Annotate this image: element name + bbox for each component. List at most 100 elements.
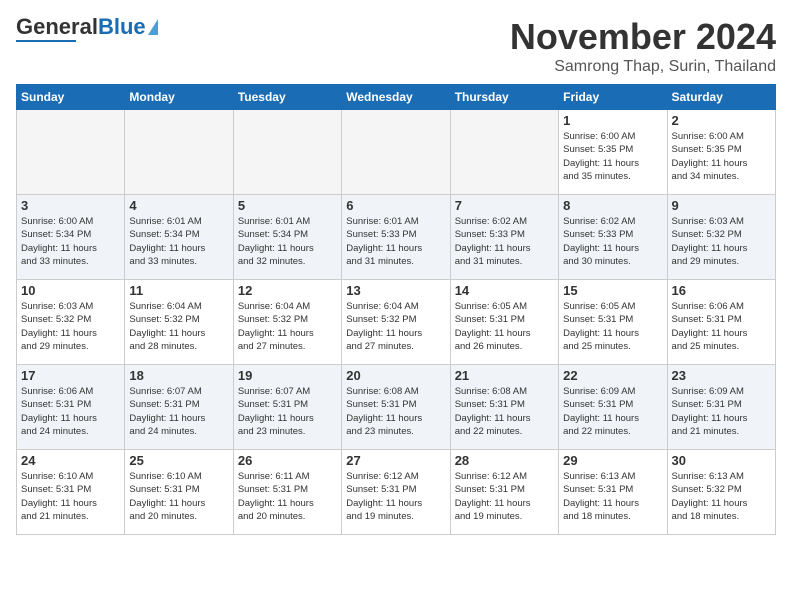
calendar-week-2: 3 Sunrise: 6:00 AM Sunset: 5:34 PM Daylig… <box>17 195 776 280</box>
day-info: Sunrise: 6:04 AM Sunset: 5:32 PM Dayligh… <box>129 300 228 353</box>
calendar-day-cell: 12 Sunrise: 6:04 AM Sunset: 5:32 PM Dayli… <box>233 280 341 365</box>
calendar-day-cell: 23 Sunrise: 6:09 AM Sunset: 5:31 PM Dayli… <box>667 365 775 450</box>
day-info: Sunrise: 6:00 AM Sunset: 5:35 PM Dayligh… <box>672 130 771 183</box>
calendar-day-cell: 19Sunrise: 6:07 AM Sunset: 5:31 PM Dayli… <box>233 365 341 450</box>
weekday-header-row: SundayMondayTuesdayWednesdayThursdayFrid… <box>17 85 776 110</box>
day-number: 14 <box>455 283 554 298</box>
day-info: Sunrise: 6:13 AM Sunset: 5:31 PM Dayligh… <box>563 470 662 523</box>
day-info: Sunrise: 6:09 AM Sunset: 5:31 PM Dayligh… <box>563 385 662 438</box>
month-title: November 2024 <box>510 16 776 58</box>
calendar-day-cell: 14 Sunrise: 6:05 AM Sunset: 5:31 PM Dayli… <box>450 280 558 365</box>
weekday-header-wednesday: Wednesday <box>342 85 450 110</box>
calendar-day-cell: 15 Sunrise: 6:05 AM Sunset: 5:31 PM Dayli… <box>559 280 667 365</box>
weekday-header-thursday: Thursday <box>450 85 558 110</box>
calendar-day-cell: 13 Sunrise: 6:04 AM Sunset: 5:32 PM Dayli… <box>342 280 450 365</box>
weekday-header-friday: Friday <box>559 85 667 110</box>
logo-line <box>16 40 76 42</box>
calendar-day-cell: 24 Sunrise: 6:10 AM Sunset: 5:31 PM Dayli… <box>17 450 125 535</box>
day-info: Sunrise: 6:02 AM Sunset: 5:33 PM Dayligh… <box>563 215 662 268</box>
calendar-day-cell: 27Sunrise: 6:12 AM Sunset: 5:31 PM Dayli… <box>342 450 450 535</box>
calendar-week-4: 17Sunrise: 6:06 AM Sunset: 5:31 PM Dayli… <box>17 365 776 450</box>
calendar-day-cell: 21Sunrise: 6:08 AM Sunset: 5:31 PM Dayli… <box>450 365 558 450</box>
day-number: 19 <box>238 368 337 383</box>
day-number: 6 <box>346 198 445 213</box>
calendar-day-cell: 1 Sunrise: 6:00 AM Sunset: 5:35 PM Daylig… <box>559 110 667 195</box>
calendar-day-cell: 10 Sunrise: 6:03 AM Sunset: 5:32 PM Dayli… <box>17 280 125 365</box>
day-info: Sunrise: 6:09 AM Sunset: 5:31 PM Dayligh… <box>672 385 771 438</box>
calendar-table: SundayMondayTuesdayWednesdayThursdayFrid… <box>16 84 776 535</box>
day-number: 12 <box>238 283 337 298</box>
logo-triangle-icon <box>148 19 158 35</box>
calendar-day-cell: 25Sunrise: 6:10 AM Sunset: 5:31 PM Dayli… <box>125 450 233 535</box>
calendar-day-cell: 6 Sunrise: 6:01 AM Sunset: 5:33 PM Daylig… <box>342 195 450 280</box>
day-info: Sunrise: 6:10 AM Sunset: 5:31 PM Dayligh… <box>21 470 120 523</box>
calendar-day-cell: 8 Sunrise: 6:02 AM Sunset: 5:33 PM Daylig… <box>559 195 667 280</box>
calendar-day-cell: 2 Sunrise: 6:00 AM Sunset: 5:35 PM Daylig… <box>667 110 775 195</box>
calendar-day-cell: 9 Sunrise: 6:03 AM Sunset: 5:32 PM Daylig… <box>667 195 775 280</box>
day-info: Sunrise: 6:08 AM Sunset: 5:31 PM Dayligh… <box>346 385 445 438</box>
calendar-day-cell: 22Sunrise: 6:09 AM Sunset: 5:31 PM Dayli… <box>559 365 667 450</box>
day-number: 23 <box>672 368 771 383</box>
day-number: 13 <box>346 283 445 298</box>
logo-general: General <box>16 14 98 39</box>
logo-blue: Blue <box>98 14 146 39</box>
day-info: Sunrise: 6:08 AM Sunset: 5:31 PM Dayligh… <box>455 385 554 438</box>
day-number: 4 <box>129 198 228 213</box>
day-info: Sunrise: 6:01 AM Sunset: 5:33 PM Dayligh… <box>346 215 445 268</box>
calendar-day-cell: 4Sunrise: 6:01 AM Sunset: 5:34 PM Daylig… <box>125 195 233 280</box>
day-number: 18 <box>129 368 228 383</box>
weekday-header-saturday: Saturday <box>667 85 775 110</box>
day-info: Sunrise: 6:12 AM Sunset: 5:31 PM Dayligh… <box>346 470 445 523</box>
day-number: 15 <box>563 283 662 298</box>
day-number: 20 <box>346 368 445 383</box>
calendar-day-cell: 7 Sunrise: 6:02 AM Sunset: 5:33 PM Daylig… <box>450 195 558 280</box>
calendar-day-cell: 29 Sunrise: 6:13 AM Sunset: 5:31 PM Dayli… <box>559 450 667 535</box>
calendar-day-cell: 3 Sunrise: 6:00 AM Sunset: 5:34 PM Daylig… <box>17 195 125 280</box>
location-title: Samrong Thap, Surin, Thailand <box>510 58 776 76</box>
weekday-header-tuesday: Tuesday <box>233 85 341 110</box>
day-info: Sunrise: 6:07 AM Sunset: 5:31 PM Dayligh… <box>129 385 228 438</box>
day-number: 25 <box>129 453 228 468</box>
day-number: 24 <box>21 453 120 468</box>
calendar-day-cell <box>450 110 558 195</box>
calendar-day-cell: 28Sunrise: 6:12 AM Sunset: 5:31 PM Dayli… <box>450 450 558 535</box>
calendar-day-cell: 26 Sunrise: 6:11 AM Sunset: 5:31 PM Dayli… <box>233 450 341 535</box>
day-number: 2 <box>672 113 771 128</box>
calendar-day-cell <box>342 110 450 195</box>
day-number: 1 <box>563 113 662 128</box>
day-number: 10 <box>21 283 120 298</box>
calendar-week-3: 10 Sunrise: 6:03 AM Sunset: 5:32 PM Dayli… <box>17 280 776 365</box>
day-number: 28 <box>455 453 554 468</box>
calendar-day-cell: 30Sunrise: 6:13 AM Sunset: 5:32 PM Dayli… <box>667 450 775 535</box>
calendar-day-cell: 18 Sunrise: 6:07 AM Sunset: 5:31 PM Dayli… <box>125 365 233 450</box>
page-header: GeneralBlue November 2024 Samrong Thap, … <box>16 16 776 76</box>
day-number: 17 <box>21 368 120 383</box>
day-number: 29 <box>563 453 662 468</box>
day-number: 9 <box>672 198 771 213</box>
logo-text: GeneralBlue <box>16 16 146 38</box>
day-info: Sunrise: 6:00 AM Sunset: 5:34 PM Dayligh… <box>21 215 120 268</box>
day-info: Sunrise: 6:05 AM Sunset: 5:31 PM Dayligh… <box>455 300 554 353</box>
day-number: 7 <box>455 198 554 213</box>
calendar-day-cell: 11Sunrise: 6:04 AM Sunset: 5:32 PM Dayli… <box>125 280 233 365</box>
day-number: 26 <box>238 453 337 468</box>
day-info: Sunrise: 6:00 AM Sunset: 5:35 PM Dayligh… <box>563 130 662 183</box>
day-info: Sunrise: 6:03 AM Sunset: 5:32 PM Dayligh… <box>672 215 771 268</box>
weekday-header-monday: Monday <box>125 85 233 110</box>
calendar-day-cell <box>125 110 233 195</box>
day-info: Sunrise: 6:01 AM Sunset: 5:34 PM Dayligh… <box>238 215 337 268</box>
day-info: Sunrise: 6:13 AM Sunset: 5:32 PM Dayligh… <box>672 470 771 523</box>
day-number: 3 <box>21 198 120 213</box>
calendar-day-cell <box>233 110 341 195</box>
day-number: 16 <box>672 283 771 298</box>
calendar-day-cell: 16Sunrise: 6:06 AM Sunset: 5:31 PM Dayli… <box>667 280 775 365</box>
day-info: Sunrise: 6:11 AM Sunset: 5:31 PM Dayligh… <box>238 470 337 523</box>
day-number: 8 <box>563 198 662 213</box>
title-block: November 2024 Samrong Thap, Surin, Thail… <box>510 16 776 76</box>
day-info: Sunrise: 6:02 AM Sunset: 5:33 PM Dayligh… <box>455 215 554 268</box>
day-info: Sunrise: 6:04 AM Sunset: 5:32 PM Dayligh… <box>238 300 337 353</box>
day-info: Sunrise: 6:03 AM Sunset: 5:32 PM Dayligh… <box>21 300 120 353</box>
logo: GeneralBlue <box>16 16 158 42</box>
day-info: Sunrise: 6:04 AM Sunset: 5:32 PM Dayligh… <box>346 300 445 353</box>
day-info: Sunrise: 6:05 AM Sunset: 5:31 PM Dayligh… <box>563 300 662 353</box>
